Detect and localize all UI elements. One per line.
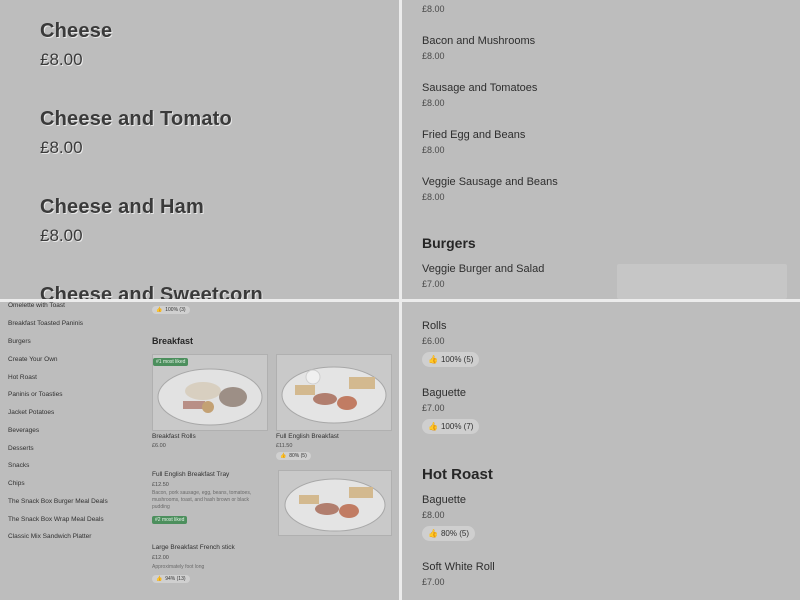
full-english-image xyxy=(281,366,387,424)
list-item-name[interactable]: Baguette xyxy=(422,494,466,506)
sidebar-item[interactable]: Paninis or Toasties xyxy=(8,391,62,398)
sidebar-item[interactable]: Omelette with Toast xyxy=(8,302,65,309)
food-image[interactable] xyxy=(278,470,392,536)
item-price: £7.00 xyxy=(422,403,445,413)
divider-horizontal xyxy=(0,299,800,302)
thumbs-up-icon: 👍 xyxy=(428,355,438,364)
list-item-name[interactable]: Soft White Roll xyxy=(422,561,495,573)
menu-overview-panel: Omelette with Toast Breakfast Toasted Pa… xyxy=(0,302,399,600)
list-item-name[interactable]: Baguette xyxy=(422,387,466,399)
breakfast-roll-image xyxy=(157,368,263,426)
rating-badge: 👍 80% (5) xyxy=(276,452,311,460)
rating-badge: 👍 100% (7) xyxy=(422,419,480,434)
list-item-name[interactable]: Sausage and Tomatoes xyxy=(422,82,537,94)
rating-text: 100% (5) xyxy=(440,355,474,364)
item-price: £6.00 xyxy=(422,336,445,346)
rating-text: 94% (13) xyxy=(165,576,186,582)
item-image-placeholder[interactable] xyxy=(617,264,787,299)
thumbs-up-icon: 👍 xyxy=(428,422,438,431)
breakfast-tray-image xyxy=(284,478,386,532)
list-item-name[interactable]: Bacon and Mushrooms xyxy=(422,35,535,47)
item-price: £8.00 xyxy=(422,145,445,155)
rating-badge: 👍 100% (3) xyxy=(152,306,190,314)
rating-text: 100% (3) xyxy=(165,307,186,313)
breakfast-list-panel: £8.00 Bacon and Mushrooms £8.00 Sausage … xyxy=(402,0,800,299)
sidebar-item[interactable]: Burgers xyxy=(8,338,31,345)
rating-text: 80% (5) xyxy=(289,453,307,459)
sidebar-item[interactable]: Create Your Own xyxy=(8,356,58,363)
item-price: £8.00 xyxy=(40,138,83,157)
food-image[interactable] xyxy=(276,354,392,431)
item-name[interactable]: Full English Breakfast Tray xyxy=(152,471,229,478)
sidebar-item[interactable]: Snacks xyxy=(8,462,29,469)
sidebar-item[interactable]: Classic Mix Sandwich Platter xyxy=(8,533,91,540)
list-item-name[interactable]: Veggie Sausage and Beans xyxy=(422,176,558,188)
card-name[interactable]: Full English Breakfast xyxy=(276,433,339,440)
list-item-name[interactable]: Fried Egg and Beans xyxy=(422,129,525,141)
rating-badge: 👍 94% (13) xyxy=(152,575,190,583)
card-name[interactable]: Breakfast Rolls xyxy=(152,433,196,440)
item-price: £12.00 xyxy=(152,555,169,561)
thumbs-up-icon: 👍 xyxy=(280,453,287,459)
item-price: £8.00 xyxy=(422,4,445,14)
card-price: £6.00 xyxy=(152,443,166,449)
section-title: Burgers xyxy=(422,235,476,251)
sidebar-item[interactable]: The Snack Box Wrap Meal Deals xyxy=(8,516,104,523)
thumbs-up-icon: 👍 xyxy=(156,576,163,582)
list-item-name[interactable]: Veggie Burger and Salad xyxy=(422,263,544,275)
sidebar-item[interactable]: Jacket Potatoes xyxy=(8,409,54,416)
item-description: Approximately foot long xyxy=(152,564,205,570)
item-price: £8.00 xyxy=(422,510,445,520)
list-item-name[interactable]: Rolls xyxy=(422,320,446,332)
item-price: £7.00 xyxy=(422,279,445,289)
item-name[interactable]: Cheese and Sweetcorn xyxy=(40,284,263,299)
thumbs-up-icon: 👍 xyxy=(428,529,438,538)
section-title: Hot Roast xyxy=(422,466,493,483)
most-liked-badge: #1 most liked xyxy=(153,358,189,366)
zoomed-menu-panel: Cheese £8.00 Cheese and Tomato £8.00 Che… xyxy=(0,0,399,299)
item-name[interactable]: Cheese xyxy=(40,20,112,43)
most-liked-badge: #2 most liked xyxy=(152,516,188,524)
item-price: £8.00 xyxy=(422,192,445,202)
section-title: Breakfast xyxy=(152,336,194,346)
item-description: Bacon, pork sausage, egg, beans, tomatoe… xyxy=(152,490,252,510)
item-price: £8.00 xyxy=(40,226,83,245)
item-price: £8.00 xyxy=(422,51,445,61)
item-name[interactable]: Large Breakfast French stick xyxy=(152,544,235,551)
sidebar-item[interactable]: The Snack Box Burger Meal Deals xyxy=(8,498,108,505)
rating-badge: 👍 100% (5) xyxy=(422,352,480,367)
item-price: £12.50 xyxy=(152,482,169,488)
rating-badge: 👍 80% (5) xyxy=(422,526,475,541)
rating-text: 80% (5) xyxy=(440,529,469,538)
item-price: £7.00 xyxy=(422,577,445,587)
sidebar-item[interactable]: Beverages xyxy=(8,427,39,434)
sidebar-item[interactable]: Desserts xyxy=(8,445,34,452)
rating-text: 100% (7) xyxy=(440,422,474,431)
item-price: £8.00 xyxy=(40,50,83,69)
sidebar-item[interactable]: Breakfast Toasted Paninis xyxy=(8,320,83,327)
item-name[interactable]: Cheese and Tomato xyxy=(40,108,232,131)
card-price: £11.50 xyxy=(276,443,293,449)
item-price: £8.00 xyxy=(422,98,445,108)
sidebar-item[interactable]: Chips xyxy=(8,480,25,487)
hot-roast-panel: Rolls £6.00 👍 100% (5) Baguette £7.00 👍 10… xyxy=(402,302,800,600)
sidebar-item[interactable]: Hot Roast xyxy=(8,374,37,381)
item-name[interactable]: Cheese and Ham xyxy=(40,196,204,219)
thumbs-up-icon: 👍 xyxy=(156,307,163,313)
